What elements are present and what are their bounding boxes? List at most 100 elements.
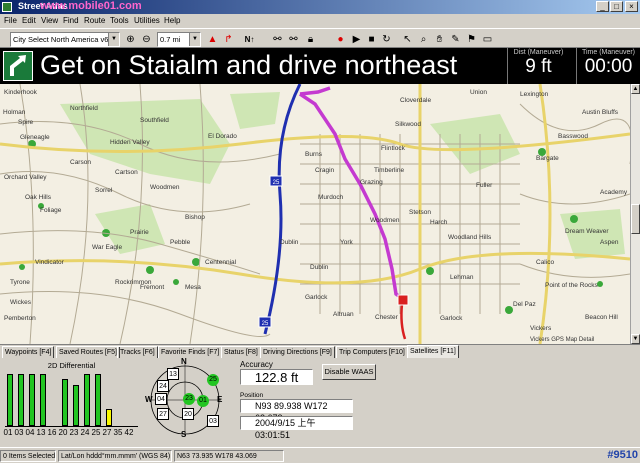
menu-route[interactable]: Route [84, 16, 105, 25]
scroll-up-icon[interactable]: ▲ [631, 84, 640, 94]
scroll-down-icon[interactable]: ▼ [631, 334, 640, 344]
minimize-button[interactable]: _ [596, 1, 609, 12]
satellite-marker: 03 [207, 415, 219, 427]
map-label: Sorrel [95, 187, 113, 194]
menu-help[interactable]: Help [164, 16, 180, 25]
menu-tools[interactable]: Tools [110, 16, 129, 25]
map-label: Oak Hills [25, 194, 52, 201]
map-label: Harch [430, 219, 448, 226]
satellite-id-label: 35 [113, 428, 123, 437]
satellite-marker: 23 [183, 393, 195, 405]
map-selector[interactable]: City Select North America v6 ▼ [10, 32, 120, 47]
accuracy-value: 122.8 ft [240, 369, 313, 385]
satellite-id-label: 16 [47, 428, 57, 437]
close-button[interactable]: × [625, 1, 638, 12]
zoom-tool-icon[interactable]: ⌕ [416, 32, 431, 47]
chevron-down-icon[interactable]: ▼ [189, 33, 200, 46]
watermark: www.mobile01.com [40, 0, 142, 12]
sky-plot: N S E W 13 24 25 04 23 01 27 20 03 [145, 357, 225, 440]
menu-find[interactable]: Find [63, 16, 79, 25]
satellite-id-label: 03 [14, 428, 24, 437]
map-label: Fuller [476, 182, 493, 189]
map-label: Flintlock [381, 145, 406, 152]
scroll-thumb[interactable] [631, 204, 640, 234]
map-label: Lexington [520, 91, 549, 98]
map-label: Woodmen [370, 217, 400, 224]
map-label: Lehman [450, 274, 474, 281]
map-label: Tyrone [10, 279, 30, 286]
current-track [400, 303, 407, 340]
signal-bar [106, 409, 112, 426]
signal-bar [29, 374, 35, 426]
menu-utilities[interactable]: Utilities [134, 16, 160, 25]
select-pointer-icon[interactable]: ↖ [400, 32, 415, 47]
signal-bar [7, 374, 13, 426]
lock-icon[interactable]: 🔒︎ [303, 32, 318, 47]
signal-bar [84, 374, 90, 426]
binoculars-icon[interactable]: ⚯ [270, 32, 285, 47]
map-label: Burns [305, 151, 323, 158]
map-vertical-scrollbar[interactable]: ▲ ▼ [630, 84, 640, 344]
satellite-id-label: 27 [102, 428, 112, 437]
map-label: Pemberton [4, 315, 36, 322]
map-label: Carson [70, 159, 91, 166]
disable-waas-button[interactable]: Disable WAAS [322, 364, 376, 380]
map-label: Aspen [600, 239, 619, 246]
zoom-in-button[interactable]: ⊕ [123, 32, 138, 47]
map-label: Hidden Valley [110, 139, 150, 146]
map-label: El Dorado [208, 133, 237, 140]
map-label: War Eagle [92, 244, 122, 251]
find-icon[interactable]: ⚯ [286, 32, 301, 47]
map-label: Gleneagle [20, 134, 50, 141]
tab-satellites[interactable]: Satellites [F11] [407, 345, 459, 359]
stop-icon[interactable]: ■ [364, 32, 379, 47]
zoom-level[interactable]: 0.7 mi ▼ [157, 32, 201, 47]
map-label: Southfield [140, 117, 169, 124]
menu-edit[interactable]: Edit [22, 16, 36, 25]
map-label: Fremont [140, 284, 164, 291]
map-label: Holman [3, 109, 26, 116]
draw-pencil-icon[interactable]: ✎ [448, 32, 463, 47]
map-label: Union [470, 89, 487, 96]
chevron-down-icon[interactable]: ▼ [108, 33, 119, 46]
north-up-icon[interactable]: N↑ [242, 32, 257, 47]
map-view[interactable]: 25 25 Kinderhook Holman Spire Gleneagle … [0, 84, 630, 344]
measure-ruler-icon[interactable]: ▭ [480, 32, 495, 47]
map-canvas[interactable]: 25 25 Kinderhook Holman Spire Gleneagle … [0, 84, 630, 344]
map-label: Silkwood [395, 121, 421, 128]
satellite-id-label: 20 [58, 428, 68, 437]
menu-view[interactable]: View [41, 16, 58, 25]
cursor-coordinates: N63 73.935 W178 43.069 [174, 450, 284, 462]
satellite-marker: 01 [197, 395, 209, 407]
signal-bar [62, 379, 68, 426]
signal-bar [18, 374, 24, 426]
map-label: Kinderhook [4, 89, 38, 96]
pan-hand-icon[interactable]: ✋︎ [432, 32, 447, 47]
map-label: Wickes [10, 299, 32, 306]
play-icon[interactable]: ▶ [349, 32, 364, 47]
maximize-button[interactable]: □ [610, 1, 623, 12]
flag-icon[interactable]: ⚑ [464, 32, 479, 47]
gps-mode-label: 2D Differential [47, 361, 96, 370]
refresh-icon[interactable]: ↻ [379, 32, 394, 47]
footer-tag: #9510 [607, 449, 638, 461]
route-line-start [299, 86, 331, 96]
signal-bars [5, 372, 138, 427]
satellite-marker: 27 [157, 408, 169, 420]
status-bar: 0 Items Selected Lat/Lon hddd°mm.mmm' (W… [0, 447, 640, 463]
title-bar: Street Atlas www.mobile01.com _ □ × [0, 0, 640, 14]
tab-bar: Waypoints [F4] Saved Routes [F5] Tracks … [0, 344, 640, 359]
map-label: Woodmen [150, 184, 180, 191]
route-start-icon[interactable]: ▲ [205, 32, 220, 47]
satellites-panel: 2D Differential 01 03 04 13 16 20 23 24 25 27 35 42… [0, 357, 640, 447]
menu-file[interactable]: File [4, 16, 17, 25]
map-label: Garlock [440, 315, 463, 322]
compass-north: N [181, 357, 187, 366]
time-label: Time (Maneuver) [581, 49, 636, 56]
direction-banner: Get on Staialm and drive northeast Dist … [0, 48, 640, 84]
zoom-out-button[interactable]: ⊖ [139, 32, 154, 47]
position-label: Position [240, 392, 264, 399]
highway-shield-icon: 25 [258, 316, 272, 328]
route-turn-icon[interactable]: ↱ [221, 32, 236, 47]
record-icon[interactable]: ● [333, 32, 348, 47]
